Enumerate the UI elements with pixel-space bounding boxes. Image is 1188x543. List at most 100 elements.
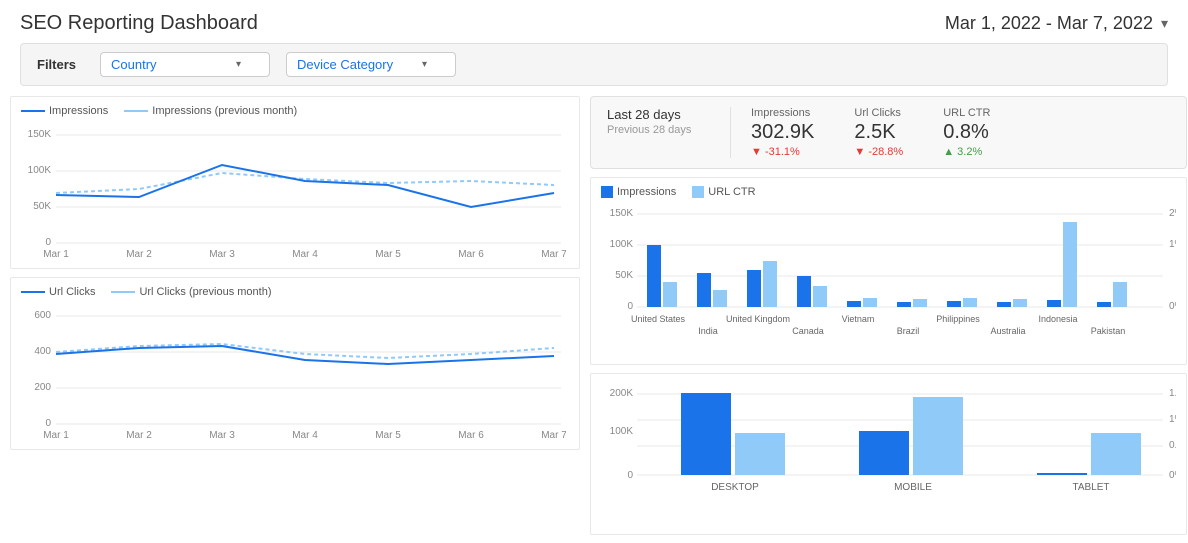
- kpi-impressions-change: -31.1%: [751, 146, 814, 158]
- svg-text:DESKTOP: DESKTOP: [711, 482, 759, 493]
- page-title: SEO Reporting Dashboard: [20, 12, 258, 35]
- india-ctr-bar: [713, 290, 727, 307]
- country-impressions-label: Impressions: [617, 186, 676, 198]
- svg-text:100K: 100K: [28, 165, 52, 176]
- pakistan-ctr-bar: [1113, 282, 1127, 307]
- svg-text:Brazil: Brazil: [897, 326, 920, 336]
- svg-text:1%: 1%: [1169, 239, 1176, 250]
- svg-text:United Kingdom: United Kingdom: [726, 314, 790, 324]
- phil-ctr-bar: [963, 298, 977, 307]
- svg-text:Mar 1: Mar 1: [43, 249, 69, 260]
- svg-text:Mar 3: Mar 3: [209, 430, 235, 441]
- kpi-url-clicks: Url Clicks 2.5K -28.8%: [834, 107, 923, 158]
- kpi-impressions-change-text: -31.1%: [765, 146, 800, 158]
- kpi-impressions-arrow-icon: [751, 146, 765, 158]
- svg-text:0%: 0%: [1169, 470, 1176, 481]
- svg-text:Mar 4: Mar 4: [292, 249, 318, 260]
- impressions-svg-chart: 150K 100K 50K 0 Mar 1 Mar 2 Mar 3 Mar 4 …: [21, 121, 566, 261]
- svg-text:1.5%: 1.5%: [1169, 388, 1176, 399]
- right-panel: Last 28 days Previous 28 days Impression…: [580, 96, 1187, 543]
- svg-text:Canada: Canada: [792, 326, 824, 336]
- us-impressions-bar: [647, 245, 661, 307]
- canada-impressions-bar: [797, 276, 811, 307]
- kpi-url-ctr-name: URL CTR: [943, 107, 990, 119]
- device-filter-value: Device Category: [297, 57, 393, 72]
- kpi-url-clicks-arrow-icon: [854, 146, 868, 158]
- impressions-prev-legend-label: Impressions (previous month): [152, 105, 297, 117]
- url-clicks-legend: Url Clicks: [21, 286, 95, 298]
- phil-impressions-bar: [947, 301, 961, 307]
- impressions-line-solid: [21, 110, 45, 112]
- kpi-url-clicks-name: Url Clicks: [854, 107, 903, 119]
- country-chart-container: Impressions URL CTR 150K 100K 50K 0 2% 1…: [590, 177, 1187, 365]
- impressions-legend-icon: Impressions: [21, 105, 108, 117]
- svg-text:Mar 6: Mar 6: [458, 249, 484, 260]
- url-clicks-chart-container: Url Clicks Url Clicks (previous month) 6…: [10, 277, 580, 450]
- url-clicks-line-dashed: [111, 291, 135, 293]
- country-chart-legend: Impressions URL CTR: [601, 186, 1176, 198]
- svg-text:United States: United States: [631, 314, 686, 324]
- svg-text:100K: 100K: [610, 426, 634, 437]
- kpi-url-clicks-change: -28.8%: [854, 146, 903, 158]
- url-clicks-svg-chart: 600 400 200 0 Mar 1 Mar 2 Mar 3 Mar 4 Ma…: [21, 302, 566, 442]
- svg-text:Mar 2: Mar 2: [126, 430, 152, 441]
- svg-text:0%: 0%: [1169, 301, 1176, 312]
- country-ctr-label: URL CTR: [708, 186, 755, 198]
- canada-ctr-bar: [813, 286, 827, 307]
- svg-text:Pakistan: Pakistan: [1091, 326, 1126, 336]
- svg-text:0: 0: [627, 470, 633, 481]
- kpi-url-clicks-change-text: -28.8%: [868, 146, 903, 158]
- country-dropdown-arrow-icon: ▾: [236, 59, 241, 70]
- country-filter-dropdown[interactable]: Country ▾: [100, 52, 270, 77]
- kpi-impressions: Impressions 302.9K -31.1%: [731, 107, 834, 158]
- country-filter-value: Country: [111, 57, 157, 72]
- country-ctr-legend: URL CTR: [692, 186, 755, 198]
- svg-text:Indonesia: Indonesia: [1038, 314, 1077, 324]
- url-clicks-legend-label: Url Clicks: [49, 286, 95, 298]
- device-filter-dropdown[interactable]: Device Category ▾: [286, 52, 456, 77]
- us-ctr-bar: [663, 282, 677, 307]
- date-range-chevron-icon[interactable]: ▾: [1161, 15, 1168, 32]
- impressions-legend-label: Impressions: [49, 105, 108, 117]
- main-content: Impressions Impressions (previous month)…: [0, 96, 1188, 543]
- vietnam-ctr-bar: [863, 298, 877, 307]
- svg-text:2%: 2%: [1169, 208, 1176, 219]
- tablet-impressions-bar: [1037, 473, 1087, 475]
- aus-impressions-bar: [997, 302, 1011, 307]
- indonesia-ctr-bar: [1063, 222, 1077, 307]
- svg-text:Mar 1: Mar 1: [43, 430, 69, 441]
- kpi-url-ctr-change: 3.2%: [943, 146, 990, 158]
- india-impressions-bar: [697, 273, 711, 307]
- svg-text:TABLET: TABLET: [1072, 482, 1109, 493]
- date-range: Mar 1, 2022 - Mar 7, 2022: [945, 13, 1153, 34]
- url-clicks-chart-legend: Url Clicks Url Clicks (previous month): [21, 286, 569, 298]
- svg-text:Mar 7: Mar 7: [541, 430, 566, 441]
- aus-ctr-bar: [1013, 299, 1027, 307]
- svg-text:50K: 50K: [615, 270, 633, 281]
- mobile-impressions-bar: [859, 431, 909, 475]
- svg-text:MOBILE: MOBILE: [894, 482, 932, 493]
- url-clicks-prev-legend: Url Clicks (previous month): [111, 286, 271, 298]
- kpi-url-ctr-arrow-icon: [943, 146, 957, 158]
- svg-text:100K: 100K: [610, 239, 634, 250]
- svg-text:0: 0: [45, 237, 51, 248]
- pakistan-impressions-bar: [1097, 302, 1111, 307]
- country-bar-svg: 150K 100K 50K 0 2% 1% 0%: [601, 202, 1176, 357]
- kpi-row: Last 28 days Previous 28 days Impression…: [590, 96, 1187, 169]
- svg-text:600: 600: [34, 310, 51, 321]
- filters-bar: Filters Country ▾ Device Category ▾: [20, 43, 1168, 86]
- svg-text:Mar 5: Mar 5: [375, 430, 401, 441]
- impressions-line-dashed: [124, 110, 148, 112]
- svg-text:Mar 3: Mar 3: [209, 249, 235, 260]
- svg-text:Mar 5: Mar 5: [375, 249, 401, 260]
- device-chart-container: 200K 100K 0 1.5% 1% 0.5% 0%: [590, 373, 1187, 535]
- page-header: SEO Reporting Dashboard Mar 1, 2022 - Ma…: [0, 0, 1188, 43]
- vietnam-impressions-bar: [847, 301, 861, 307]
- svg-text:0.5%: 0.5%: [1169, 440, 1176, 451]
- svg-text:1%: 1%: [1169, 414, 1176, 425]
- mobile-ctr-bar: [913, 397, 963, 475]
- svg-text:150K: 150K: [610, 208, 634, 219]
- left-panel: Impressions Impressions (previous month)…: [10, 96, 580, 543]
- kpi-impressions-value: 302.9K: [751, 121, 814, 144]
- tablet-ctr-bar: [1091, 433, 1141, 475]
